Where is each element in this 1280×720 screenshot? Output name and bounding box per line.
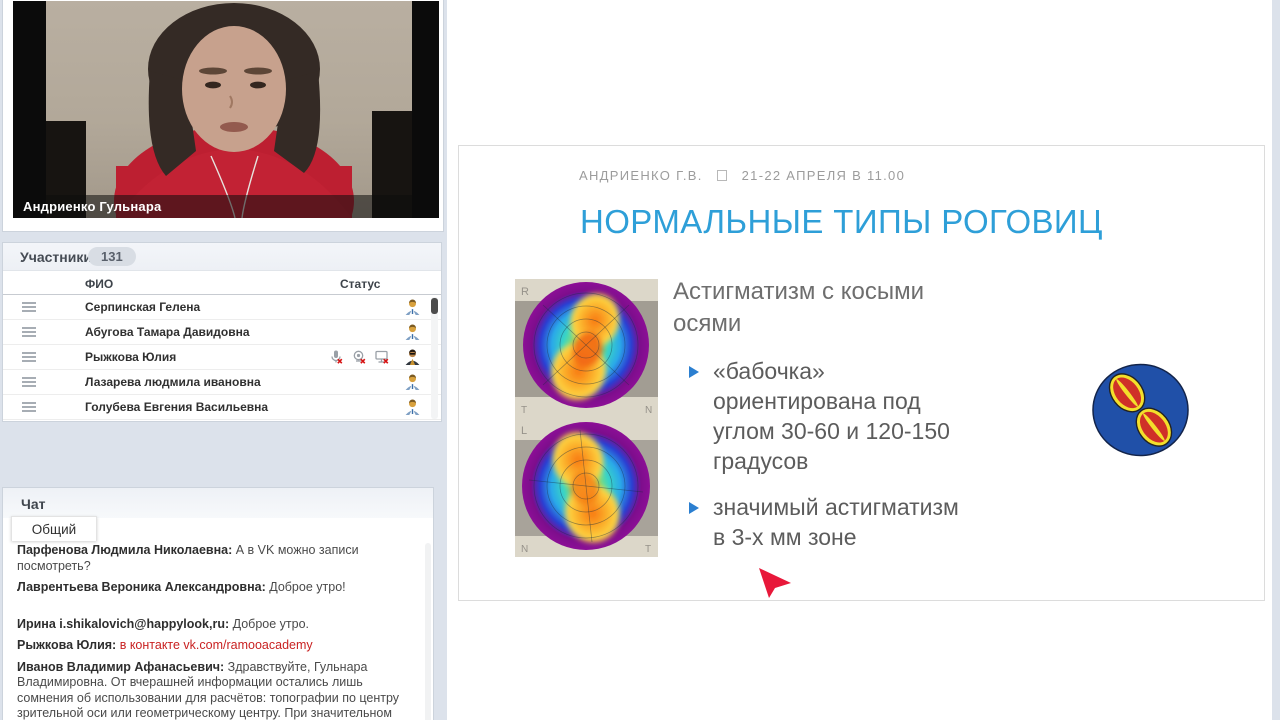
participants-header: Участники 131 (3, 243, 441, 271)
participant-avatar (404, 373, 421, 396)
butterfly-pattern-icon (1092, 363, 1189, 457)
drag-handle-icon[interactable] (22, 302, 36, 312)
participants-count-badge: 131 (88, 247, 136, 266)
column-name: ФИО (85, 277, 114, 291)
svg-text:T: T (645, 544, 651, 555)
bullet-triangle-icon (689, 366, 699, 378)
speaker-video-panel: Андриенко Гульнара (2, 0, 444, 232)
drag-handle-icon[interactable] (22, 402, 36, 412)
participant-name: Лазарева людмила ивановна (85, 375, 261, 389)
chat-author: Лаврентьева Вероника Александровна: (17, 580, 266, 594)
chat-author: Ирина i.shikalovich@happylook,ru: (17, 616, 230, 631)
participants-column-headers: ФИО Статус (3, 271, 441, 295)
slide-bullet: значимый астигматизм в 3-х мм зоне (689, 492, 1003, 552)
chat-messages: Парфенова Людмила Николаевна: А в VK мож… (17, 543, 415, 720)
participant-name: Абугова Тамара Давидовна (85, 325, 250, 339)
participants-panel: Участники 131 ФИО Статус Серпинская Геле… (2, 242, 442, 422)
drag-handle-icon[interactable] (22, 377, 36, 387)
chat-panel: Чат Общий Парфенова Людмила Николаевна: … (2, 487, 434, 720)
chat-scrollbar[interactable] (425, 543, 431, 720)
participant-status-icons (328, 349, 390, 365)
chat-author: Парфенова Людмила Николаевна: (17, 543, 233, 557)
participants-scrollbar[interactable] (431, 297, 438, 419)
placeholder-square-icon (716, 170, 727, 181)
svg-text:L: L (521, 425, 527, 437)
slide-schedule: 21-22 АПРЕЛЯ В 11.00 (741, 168, 906, 183)
chat-text: Доброе утро! (269, 580, 346, 594)
topography-maps: R T N L N T (515, 279, 658, 557)
chat-message: Лаврентьева Вероника Александровна: Добр… (17, 580, 415, 596)
column-status: Статус (340, 277, 381, 291)
chat-author: Иванов Владимир Афанасьевич: (17, 659, 225, 674)
svg-text:N: N (645, 405, 652, 416)
svg-text:R: R (521, 286, 529, 298)
speaker-name-label: Андриенко Гульнара (13, 195, 439, 218)
participant-avatar (404, 398, 421, 421)
participant-row[interactable]: Абугова Тамара Давидовна (3, 320, 441, 345)
topography-map-left-eye: L N T (515, 418, 658, 557)
bullet-triangle-icon (689, 502, 699, 514)
chat-message: Ирина i.shikalovich@happylook,ru: Доброе… (17, 617, 415, 633)
chat-title: Чат (21, 496, 46, 512)
chat-tab-general[interactable]: Общий (11, 516, 97, 541)
slide-title: НОРМАЛЬНЫЕ ТИПЫ РОГОВИЦ (580, 203, 1103, 240)
slide-text-block: Астигматизм с косыми осями «бабочка» ори… (673, 276, 1003, 552)
topography-map-right-eye: R T N (515, 279, 658, 418)
svg-text:N: N (521, 544, 528, 555)
chat-message: Иванов Владимир Афанасьевич: Здравствуйт… (17, 660, 415, 720)
mic-off-icon (331, 350, 343, 364)
laser-pointer-cursor (759, 568, 791, 598)
drag-handle-icon[interactable] (22, 327, 36, 337)
participant-avatar (404, 298, 421, 321)
participant-name: Серпинская Гелена (85, 300, 201, 314)
chat-author: Рыжкова Юлия: (17, 638, 117, 652)
scrollbar-thumb[interactable] (431, 298, 438, 314)
chat-message: Рыжкова Юлия: в контакте vk.com/ramooaca… (17, 638, 415, 654)
participant-row[interactable]: Рыжкова Юлия (3, 345, 441, 370)
participant-row[interactable]: Лазарева людмила ивановна (3, 370, 441, 395)
presentation-area: АНДРИЕНКО Г.В. 21-22 АПРЕЛЯ В 11.00 НОРМ… (447, 0, 1272, 720)
slide: АНДРИЕНКО Г.В. 21-22 АПРЕЛЯ В 11.00 НОРМ… (458, 145, 1265, 601)
slide-bullet: «бабочка» ориентирована под углом 30-60 … (689, 356, 1003, 476)
participant-avatar-moderator (404, 348, 421, 371)
chat-message: Парфенова Людмила Николаевна: А в VK мож… (17, 543, 415, 574)
participant-avatar (404, 323, 421, 346)
screen-share-off-icon (375, 350, 389, 364)
chat-text: Доброе утро. (232, 616, 310, 631)
chat-header: Чат (3, 488, 433, 518)
video-frame: Андриенко Гульнара (13, 1, 439, 218)
participants-title: Участники (20, 249, 92, 265)
svg-text:T: T (521, 405, 527, 416)
slide-presenter: АНДРИЕНКО Г.В. (579, 168, 703, 183)
slide-subtitle: Астигматизм с косыми осями (673, 278, 924, 337)
participant-name: Голубева Евгения Васильевна (85, 400, 269, 414)
camera-off-icon (353, 350, 366, 364)
participant-row[interactable]: Серпинская Гелена (3, 295, 441, 320)
participant-row[interactable]: Голубева Евгения Васильевна (3, 395, 441, 420)
participant-name: Рыжкова Юлия (85, 350, 177, 364)
slide-header: АНДРИЕНКО Г.В. 21-22 АПРЕЛЯ В 11.00 (579, 168, 905, 183)
speaker-image (46, 3, 412, 218)
chat-link[interactable]: в контакте vk.com/ramooacademy (120, 638, 313, 652)
drag-handle-icon[interactable] (22, 352, 36, 362)
